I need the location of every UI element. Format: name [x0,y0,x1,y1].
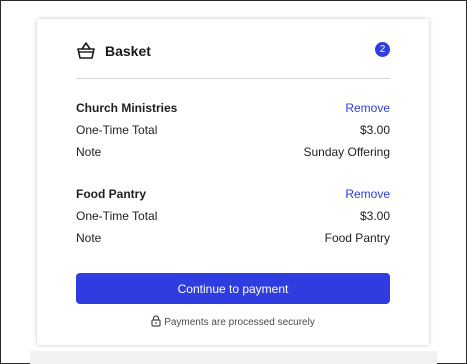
header-divider [76,78,390,79]
lock-icon [151,315,161,331]
remove-link[interactable]: Remove [345,186,390,202]
basket-item-food-pantry: Food Pantry Remove One-Time Total $3.00 … [76,186,390,252]
secure-text: Payments are processed securely [164,317,315,328]
note-label: Note [76,145,102,159]
page-background-strip [30,351,437,364]
total-value: $3.00 [359,123,390,137]
total-label: One-Time Total [76,123,158,137]
total-value: $3.00 [359,209,390,223]
basket-item-church-ministries: Church Ministries Remove One-Time Total … [76,100,390,166]
secure-payment-note: Payments are processed securely [37,315,429,331]
basket-title: Basket [105,43,151,59]
remove-link[interactable]: Remove [345,100,390,116]
item-name: Church Ministries [76,101,178,115]
item-name: Food Pantry [76,187,147,201]
note-value: Sunday Offering [303,145,390,159]
basket-card: Basket 2 Church Ministries Remove One-Ti… [37,19,429,345]
note-value: Food Pantry [324,231,390,245]
continue-to-payment-button[interactable]: Continue to payment [76,273,390,304]
basket-header: Basket 2 [76,41,390,61]
basket-icon [76,41,96,61]
total-label: One-Time Total [76,209,158,223]
note-label: Note [76,231,102,245]
basket-count-badge: 2 [375,42,390,57]
